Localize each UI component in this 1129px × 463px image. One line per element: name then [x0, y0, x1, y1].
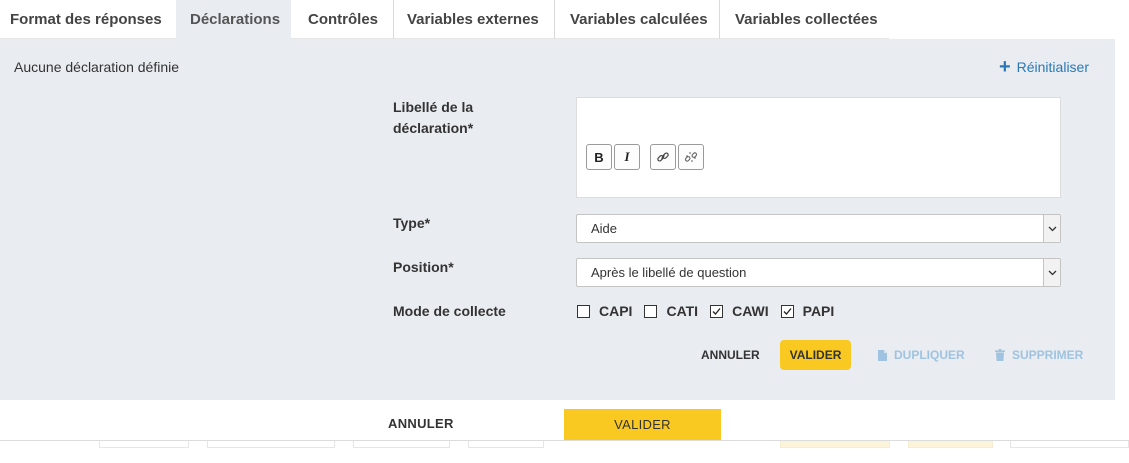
plus-icon: +: [998, 56, 1011, 78]
checkbox-cati[interactable]: [644, 304, 658, 318]
underlying-row-cell: [468, 441, 544, 448]
reset-button[interactable]: + Réinitialiser: [998, 56, 1089, 78]
unlink-icon: [684, 152, 698, 162]
tab-variables-calculees[interactable]: Variables calculées: [555, 0, 719, 39]
mode-cawi-label: CAWI: [732, 303, 769, 319]
tab-variables-externes[interactable]: Variables externes: [394, 0, 554, 39]
duplicate-label: DUPLIQUER: [894, 348, 965, 362]
underlying-row-cell: [207, 441, 335, 448]
editor-toolbar: B I: [586, 144, 704, 170]
position-value: Après le libellé de question: [591, 265, 747, 280]
underlying-row-cell: [353, 441, 450, 448]
unlink-button[interactable]: [678, 144, 704, 170]
reset-label: Réinitialiser: [1016, 59, 1089, 75]
declaration-cancel-button[interactable]: ANNULER: [701, 348, 760, 362]
file-icon: [878, 349, 887, 361]
tab-declarations[interactable]: Déclarations: [176, 0, 291, 39]
underlying-row-cell: [780, 441, 890, 448]
libelle-editor[interactable]: B I: [576, 97, 1061, 198]
duplicate-button[interactable]: DUPLIQUER: [878, 348, 965, 362]
delete-label: SUPPRIMER: [1012, 348, 1084, 362]
libelle-label: Libellé de la déclaration*: [393, 99, 474, 136]
trash-icon: [995, 349, 1005, 361]
chevron-down-icon: [1043, 259, 1060, 286]
checkbox-cawi[interactable]: [710, 304, 724, 318]
link-icon: [657, 152, 669, 162]
tab-format-reponses[interactable]: Format des réponses: [0, 0, 176, 39]
mode-cawi[interactable]: CAWI: [709, 303, 769, 319]
type-label: Type*: [393, 215, 431, 231]
declaration-validate-button[interactable]: VALIDER: [780, 340, 851, 370]
footer-cancel-button[interactable]: ANNULER: [388, 416, 454, 431]
mode-capi[interactable]: CAPI: [576, 303, 632, 319]
mode-collecte-group: CAPI CATI CAWI PAPI: [576, 303, 845, 319]
link-button[interactable]: [650, 144, 676, 170]
type-select[interactable]: Aide: [576, 214, 1061, 243]
mode-papi[interactable]: PAPI: [780, 303, 835, 319]
tab-variables-collectees[interactable]: Variables collectées: [720, 0, 889, 39]
checkmark-icon: [783, 307, 792, 315]
tab-controles[interactable]: Contrôles: [291, 0, 393, 39]
italic-button[interactable]: I: [614, 144, 640, 170]
checkbox-capi[interactable]: [577, 304, 590, 318]
underlying-row-cell: [99, 441, 189, 448]
mode-capi-label: CAPI: [599, 303, 633, 319]
underlying-row-cell: [1010, 441, 1129, 448]
declaration-actions: ANNULER VALIDER DUPLIQUER SUPPRIMER: [0, 340, 1115, 370]
mode-papi-label: PAPI: [802, 303, 835, 319]
checkmark-icon: [712, 307, 721, 315]
mode-collecte-label: Mode de collecte: [393, 303, 506, 319]
position-select[interactable]: Après le libellé de question: [576, 258, 1061, 287]
toolbar-gap: [642, 144, 648, 170]
bold-button[interactable]: B: [586, 144, 612, 170]
mode-cati[interactable]: CATI: [643, 303, 698, 319]
position-label: Position*: [393, 259, 454, 275]
checkbox-papi[interactable]: [780, 304, 794, 318]
mode-cati-label: CATI: [666, 303, 699, 319]
underlying-row-cell: [908, 441, 993, 448]
footer-bar: ANNULER VALIDER: [0, 400, 1129, 463]
empty-declarations-message: Aucune déclaration définie: [14, 59, 180, 75]
declarations-panel: Aucune déclaration définie + Réinitialis…: [0, 39, 1115, 400]
chevron-down-icon: [1043, 215, 1060, 242]
footer-validate-button[interactable]: VALIDER: [564, 409, 721, 440]
tab-bar-filler: [889, 0, 1129, 39]
type-value: Aide: [591, 221, 618, 236]
tab-bar: Format des réponses Déclarations Contrôl…: [0, 0, 1129, 39]
delete-button[interactable]: SUPPRIMER: [995, 348, 1083, 362]
